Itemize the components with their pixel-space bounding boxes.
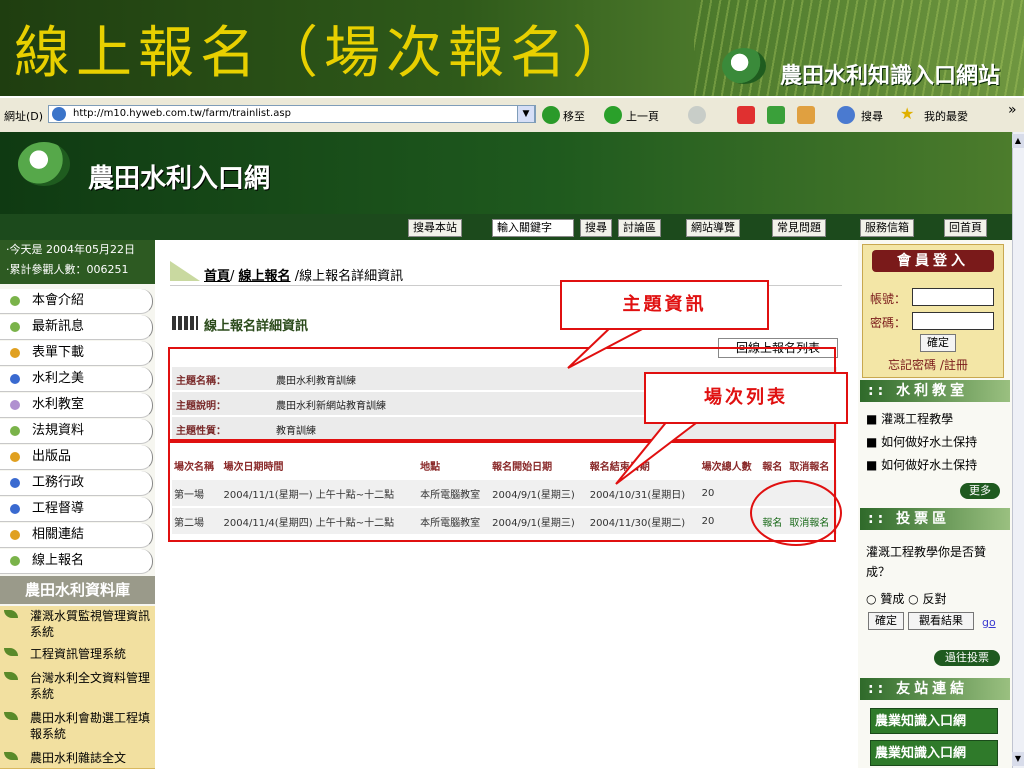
scroll-down-button[interactable]: ▼ — [1012, 752, 1024, 766]
forgot-password-link[interactable]: 忘記密碼 /註冊 — [888, 356, 968, 373]
vote-yes-label: 贊成 — [880, 592, 905, 606]
vote-results-button[interactable]: 觀看結果 — [908, 612, 974, 630]
login-heading: 會員登入 — [872, 250, 994, 272]
vote-question: 灌溉工程教學你是否贊成？ — [866, 545, 987, 579]
friend-site-banner[interactable]: 農業知識入口網 — [870, 740, 998, 766]
account-label: 帳號： — [870, 292, 907, 306]
topic-info-callout: 主題資訊 — [560, 280, 769, 330]
password-input[interactable] — [912, 312, 994, 330]
topic-callout-pointer — [567, 325, 649, 369]
classroom-heading: :: 水利教室 — [860, 380, 1010, 402]
friends-heading: :: 友站連結 — [860, 678, 1010, 700]
session-list-callout: 場次列表 — [644, 372, 848, 424]
scroll-up-button[interactable]: ▲ — [1012, 134, 1024, 148]
classroom-heading-text: 水利教室 — [896, 383, 969, 399]
vote-no-radio[interactable]: ○ — [908, 592, 918, 606]
vote-heading: :: 投票區 — [860, 508, 1010, 530]
vote-yes-radio[interactable]: ○ — [866, 592, 876, 606]
vote-go-link[interactable]: go — [982, 616, 996, 629]
vote-heading-text: 投票區 — [896, 511, 951, 527]
classroom-item[interactable]: ■ 如何做好水土保持 — [866, 456, 977, 473]
login-confirm-button[interactable]: 確定 — [920, 334, 956, 352]
friend-site-banner[interactable]: 農業知識入口網 — [870, 708, 998, 734]
session-callout-pointer — [615, 419, 701, 485]
classroom-more-button[interactable]: 更多 — [960, 483, 1000, 499]
vote-no-label: 反對 — [922, 592, 947, 606]
classroom-item[interactable]: ■ 灌溉工程教學 — [866, 410, 953, 427]
account-input[interactable] — [912, 288, 994, 306]
classroom-item[interactable]: ■ 如何做好水土保持 — [866, 433, 977, 450]
friends-heading-text: 友站連結 — [896, 681, 969, 697]
past-votes-button[interactable]: 過往投票 — [934, 650, 1000, 666]
vote-confirm-button[interactable]: 確定 — [868, 612, 904, 630]
password-label: 密碼： — [870, 316, 907, 330]
vote-options: ○ 贊成 ○ 反對 — [866, 590, 946, 607]
vertical-scrollbar[interactable] — [1012, 132, 1024, 768]
